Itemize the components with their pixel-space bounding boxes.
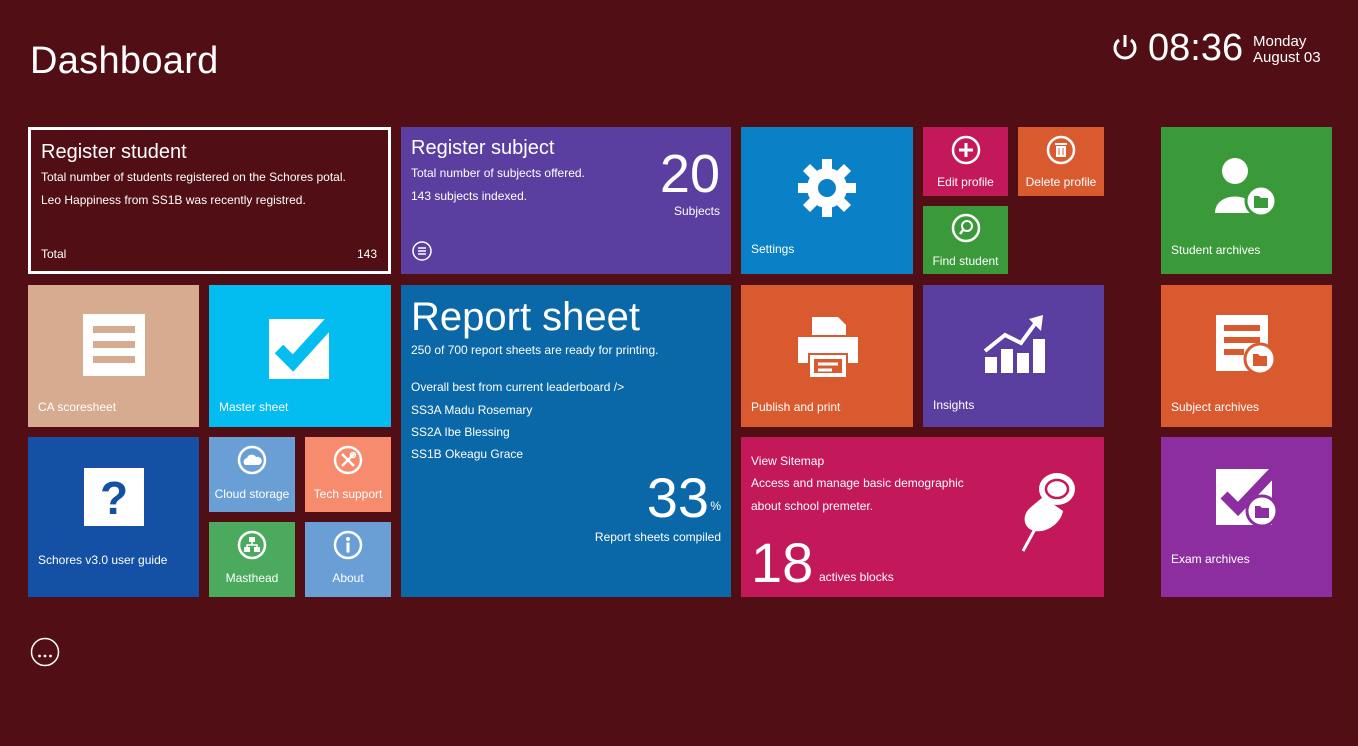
find-student-label: Find student bbox=[932, 254, 999, 268]
cloud-icon bbox=[237, 445, 267, 475]
exam-archives-tile[interactable]: Exam archives bbox=[1161, 437, 1332, 597]
register-subject-indexed: 143 subjects indexed. bbox=[411, 189, 528, 203]
subject-archives-tile[interactable]: Subject archives bbox=[1161, 285, 1332, 427]
power-icon[interactable] bbox=[1110, 31, 1140, 63]
sitemap-count: 18 bbox=[751, 531, 814, 594]
report-sheet-tile[interactable]: Report sheet 250 of 700 report sheets ar… bbox=[401, 285, 731, 597]
exam-archives-label: Exam archives bbox=[1171, 552, 1250, 566]
info-icon bbox=[333, 530, 363, 560]
report-sheet-subtitle: 250 of 700 report sheets are ready for p… bbox=[411, 343, 659, 357]
settings-tile[interactable]: Settings bbox=[741, 127, 913, 274]
menu-icon[interactable] bbox=[411, 240, 433, 262]
more-icon[interactable] bbox=[30, 637, 60, 667]
find-student-tile[interactable]: Find student bbox=[923, 206, 1008, 274]
report-sheet-percent-sign: % bbox=[710, 499, 721, 513]
cloud-storage-tile[interactable]: Cloud storage bbox=[209, 437, 295, 512]
pushpin-icon bbox=[1013, 467, 1085, 557]
sitemap-tile[interactable]: View Sitemap Access and manage basic dem… bbox=[741, 437, 1104, 597]
clock-date: August 03 bbox=[1253, 49, 1321, 66]
student-archives-tile[interactable]: Student archives bbox=[1161, 127, 1332, 274]
edit-profile-tile[interactable]: Edit profile bbox=[923, 127, 1008, 196]
list-icon bbox=[83, 314, 145, 376]
insights-tile[interactable]: Insights bbox=[923, 285, 1104, 427]
sitemap-title: View Sitemap bbox=[751, 454, 825, 468]
user-guide-tile[interactable]: ? Schores v3.0 user guide bbox=[28, 437, 199, 597]
printer-icon bbox=[796, 313, 860, 377]
masthead-label: Masthead bbox=[225, 571, 279, 585]
user-guide-label: Schores v3.0 user guide bbox=[38, 553, 168, 567]
register-subject-title: Register subject bbox=[411, 137, 555, 159]
register-student-total-label: Total bbox=[41, 247, 67, 261]
question-icon: ? bbox=[84, 468, 144, 526]
chart-icon bbox=[983, 313, 1047, 375]
register-subject-tile[interactable]: Register subject Total number of subject… bbox=[401, 127, 731, 274]
register-subject-count: 20 bbox=[659, 144, 720, 204]
tech-support-label: Tech support bbox=[313, 487, 383, 501]
publish-print-tile[interactable]: Publish and print bbox=[741, 285, 913, 427]
publish-print-label: Publish and print bbox=[751, 400, 841, 414]
tools-icon bbox=[333, 445, 363, 475]
student-archives-label: Student archives bbox=[1171, 243, 1261, 257]
register-student-title: Register student bbox=[41, 141, 187, 163]
register-subject-desc: Total number of subjects offered. bbox=[411, 166, 585, 180]
register-student-total-value: 143 bbox=[356, 247, 377, 261]
gear-icon bbox=[796, 157, 858, 219]
insights-label: Insights bbox=[933, 398, 975, 412]
masthead-tile[interactable]: Masthead bbox=[209, 522, 295, 597]
master-sheet-label: Master sheet bbox=[219, 400, 289, 414]
edit-profile-label: Edit profile bbox=[937, 175, 994, 189]
register-subject-count-label: Subjects bbox=[673, 204, 720, 218]
user-folder-icon bbox=[1213, 155, 1279, 217]
ca-scoresheet-tile[interactable]: CA scoresheet bbox=[28, 285, 199, 427]
subject-archives-label: Subject archives bbox=[1171, 400, 1260, 414]
master-sheet-tile[interactable]: Master sheet bbox=[209, 285, 391, 427]
leaderboard-item: SS1B Okeagu Grace bbox=[411, 447, 524, 461]
register-student-tile[interactable]: Register student Total number of student… bbox=[28, 127, 391, 274]
network-icon bbox=[237, 530, 267, 560]
delete-profile-label: Delete profile bbox=[1025, 175, 1097, 189]
about-tile[interactable]: About bbox=[305, 522, 391, 597]
search-icon bbox=[951, 213, 981, 243]
sitemap-desc-line1: Access and manage basic demographic bbox=[751, 476, 964, 490]
report-sheet-title: Report sheet bbox=[411, 295, 641, 339]
page-title: Dashboard bbox=[30, 40, 219, 82]
report-sheet-compiled-label: Report sheets compiled bbox=[594, 530, 721, 544]
checkmark-icon bbox=[269, 315, 335, 379]
sheet-folder-icon bbox=[1216, 315, 1278, 377]
about-label: About bbox=[332, 571, 364, 585]
leaderboard-item: SS2A Ibe Blessing bbox=[411, 425, 510, 439]
check-folder-icon bbox=[1216, 467, 1280, 529]
svg-text:?: ? bbox=[100, 472, 128, 524]
plus-circle-icon bbox=[951, 135, 981, 165]
trash-icon bbox=[1046, 135, 1076, 165]
clock-day: Monday bbox=[1253, 33, 1307, 50]
tech-support-tile[interactable]: Tech support bbox=[305, 437, 391, 512]
leaderboard-heading: Overall best from current leaderboard /> bbox=[411, 380, 625, 394]
sitemap-count-label: actives blocks bbox=[819, 570, 894, 584]
report-sheet-percent: 33 bbox=[646, 466, 709, 529]
clock-time: 08:36 bbox=[1148, 27, 1244, 69]
sitemap-desc-line2: about school premeter. bbox=[751, 499, 874, 513]
settings-label: Settings bbox=[751, 242, 795, 256]
register-student-recent: Leo Happiness from SS1B was recently reg… bbox=[41, 193, 306, 207]
delete-profile-tile[interactable]: Delete profile bbox=[1018, 127, 1104, 196]
leaderboard-item: SS3A Madu Rosemary bbox=[411, 403, 533, 417]
register-student-desc: Total number of students registered on t… bbox=[41, 170, 346, 184]
cloud-storage-label: Cloud storage bbox=[214, 487, 290, 501]
ca-scoresheet-label: CA scoresheet bbox=[38, 400, 117, 414]
